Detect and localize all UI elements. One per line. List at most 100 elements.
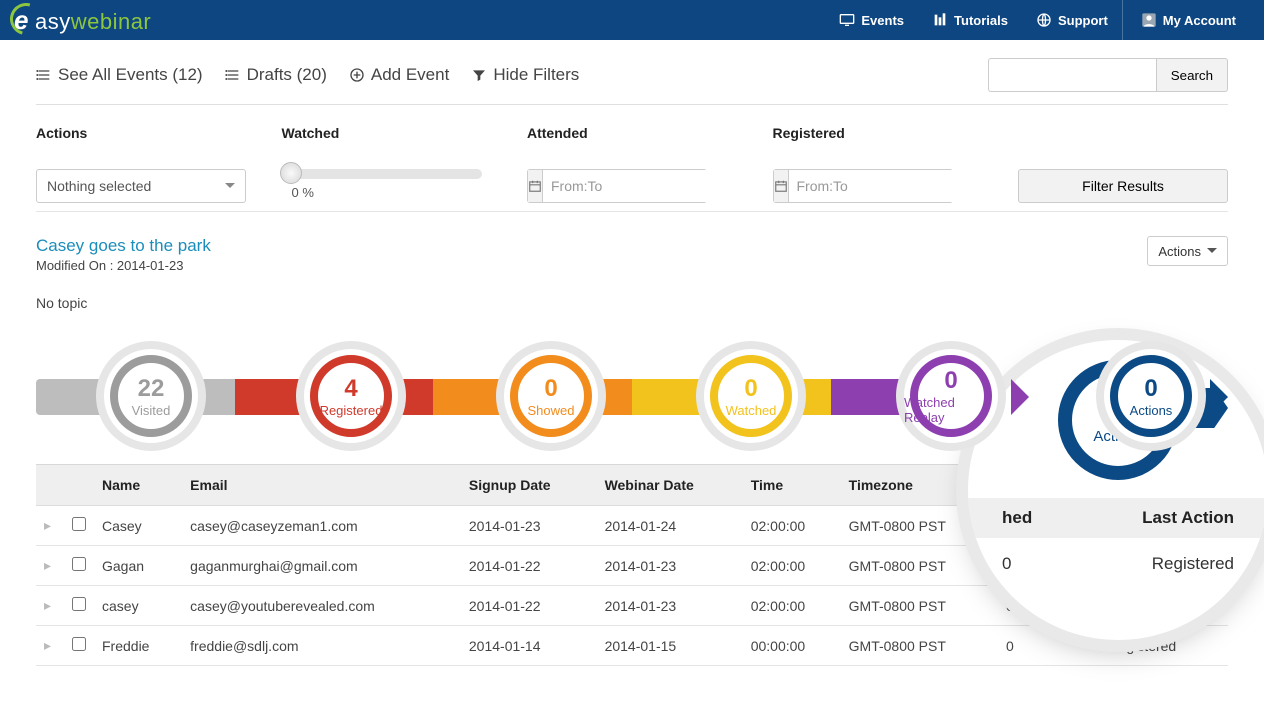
event-modified: Modified On : 2014-01-23 [36,258,211,273]
funnel-value: 4 [344,375,357,403]
filter-results-button[interactable]: Filter Results [1018,169,1228,203]
search-button[interactable]: Search [1156,58,1228,92]
attended-filter-label: Attended [527,125,749,141]
registered-date-field[interactable] [789,170,986,202]
watched-value: 0 % [292,185,504,200]
cell-time: 02:00:00 [743,506,841,546]
cell-email: freddie@sdlj.com [182,626,461,666]
table-row: ▸Freddiefreddie@sdlj.com2014-01-142014-0… [36,626,1228,666]
funnel-value: 22 [138,375,165,403]
add-event-label: Add Event [371,65,449,85]
cell-time: 02:00:00 [743,586,841,626]
event-actions-button[interactable]: Actions [1147,236,1228,266]
cell-signup: 2014-01-22 [461,546,597,586]
plus-circle-icon [349,67,365,83]
attended-date-input[interactable] [527,169,707,203]
mag-header-last-action: Last Action [1142,508,1234,528]
event-actions-label: Actions [1158,244,1201,259]
row-checkbox-cell [64,546,94,586]
nav-tutorials-label: Tutorials [954,13,1008,28]
cell-timezone: GMT-0800 PST [841,626,998,666]
cell-signup: 2014-01-22 [461,586,597,626]
hide-filters-label: Hide Filters [493,65,579,85]
drafts-label: Drafts (20) [247,65,327,85]
drafts-link[interactable]: Drafts (20) [225,65,327,85]
nav-tutorials[interactable]: Tutorials [918,0,1022,40]
row-checkbox-cell [64,626,94,666]
actions-select[interactable]: Nothing selected [36,169,246,203]
cell-webinar: 2014-01-15 [597,626,743,666]
event-title[interactable]: Casey goes to the park [36,236,211,256]
cell-timezone: GMT-0800 PST [841,546,998,586]
row-checkbox[interactable] [72,597,86,611]
add-event-link[interactable]: Add Event [349,65,449,85]
funnel-circle-showed[interactable]: 0Showed [496,341,606,451]
col-c0 [36,465,64,506]
col-c1 [64,465,94,506]
row-checkbox[interactable] [72,517,86,531]
cell-webinar: 2014-01-23 [597,546,743,586]
row-checkbox[interactable] [72,637,86,651]
funnel-label: Watched [726,403,777,418]
row-checkbox-cell [64,586,94,626]
cell-signup: 2014-01-23 [461,506,597,546]
funnel-circle-visited[interactable]: 22Visited [96,341,206,451]
watched-filter-label: Watched [282,125,504,141]
registered-date-input[interactable] [773,169,953,203]
slider-knob[interactable] [280,162,302,184]
chevron-down-icon [1207,248,1217,258]
registered-filter-label: Registered [773,125,995,141]
row-checkbox-cell [64,506,94,546]
filter-icon [471,67,487,83]
funnel-circle-registered[interactable]: 4Registered [296,341,406,451]
col-webinar-date: Webinar Date [597,465,743,506]
funnel-circle-watched-replay[interactable]: 0Watched Replay [896,341,1006,451]
nav-support-label: Support [1058,13,1108,28]
nav-events-label: Events [861,13,904,28]
row-checkbox[interactable] [72,557,86,571]
attended-date-field[interactable] [543,170,740,202]
col-name: Name [94,465,182,506]
cell-email: casey@youtuberevealed.com [182,586,461,626]
event-header: Casey goes to the park Modified On : 201… [36,212,1228,277]
filters-row: Actions Nothing selected Watched 0 % Att… [36,105,1228,212]
actions-filter-label: Actions [36,125,258,141]
funnel-value: 0 [544,375,557,403]
funnel-label: Visited [132,403,171,418]
list-icon [225,67,241,83]
cell-name: Casey [94,506,182,546]
funnel-circle-watched[interactable]: 0Watched [696,341,806,451]
expand-toggle[interactable]: ▸ [36,626,64,666]
nav-events[interactable]: Events [825,0,918,40]
funnel-label: Watched Replay [904,395,998,425]
list-icon [36,67,52,83]
nav-my-account[interactable]: My Account [1122,0,1250,40]
col-signup-date: Signup Date [461,465,597,506]
cell-webinar: 2014-01-24 [597,506,743,546]
hide-filters-link[interactable]: Hide Filters [471,65,579,85]
monitor-icon [839,12,855,28]
expand-toggle[interactable]: ▸ [36,506,64,546]
funnel-circle-actions[interactable]: 0Actions [1096,341,1206,451]
cell-timezone: GMT-0800 PST [841,586,998,626]
actions-select-value: Nothing selected [47,178,151,194]
nav-support[interactable]: Support [1022,0,1122,40]
globe-icon [1036,12,1052,28]
expand-toggle[interactable]: ▸ [36,586,64,626]
mag-header-watched: hed [1002,508,1032,528]
see-all-events-link[interactable]: See All Events (12) [36,65,203,85]
event-toolbar: See All Events (12) Drafts (20) Add Even… [36,40,1228,105]
funnel-label: Registered [320,403,383,418]
cell-name: casey [94,586,182,626]
bars-icon [932,12,948,28]
cell-email: casey@caseyzeman1.com [182,506,461,546]
cell-signup: 2014-01-14 [461,626,597,666]
col-email: Email [182,465,461,506]
search-input[interactable] [988,58,1156,92]
funnel-value: 0 [1144,375,1157,403]
top-nav: easywebinar Events Tutorials Support My … [0,0,1264,40]
expand-toggle[interactable]: ▸ [36,546,64,586]
watched-slider[interactable] [282,169,482,179]
brand-logo: easywebinar [14,5,151,36]
cell-time: 02:00:00 [743,546,841,586]
